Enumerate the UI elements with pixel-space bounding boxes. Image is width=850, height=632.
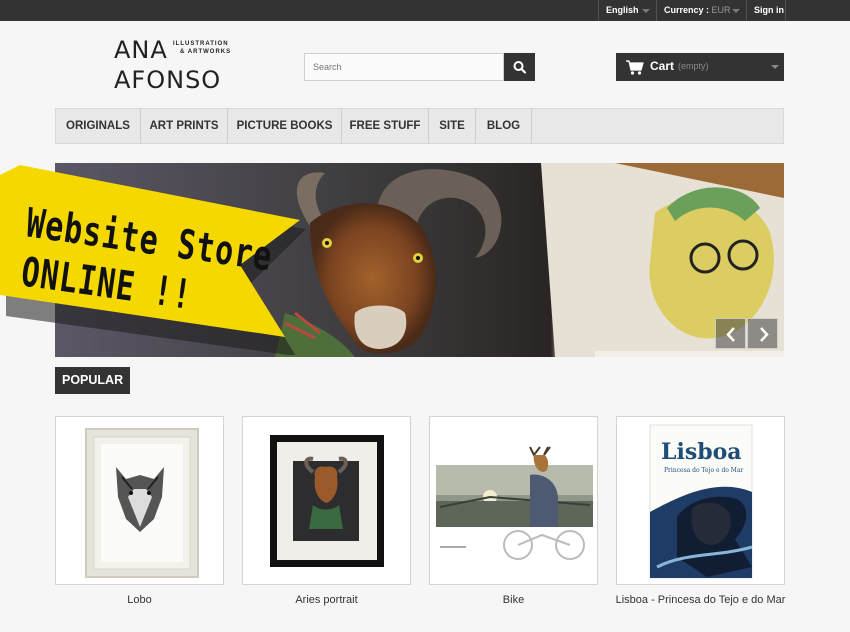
slider-next-button[interactable] [747, 318, 778, 349]
search-icon [513, 61, 527, 74]
product-name[interactable]: Lobo [55, 594, 224, 607]
main-menu: ORIGINALS ART PRINTS PICTURE BOOKS FREE … [55, 108, 784, 144]
menu-label: ART PRINTS [149, 120, 219, 132]
chevron-left-icon [726, 327, 735, 342]
logo-tagline1: ILLUSTRATION [173, 41, 229, 47]
search-input[interactable] [304, 53, 504, 81]
caret-down-icon [771, 65, 779, 69]
menu-item-originals[interactable]: ORIGINALS [56, 109, 141, 143]
menu-label: SITE [439, 120, 465, 132]
product-card-lobo[interactable] [55, 416, 224, 585]
cart-status: (empty) [678, 61, 709, 71]
section-title-popular[interactable]: POPULAR [55, 367, 131, 394]
slider-prev-button[interactable] [715, 318, 746, 349]
search-form [304, 53, 535, 81]
currency-selector[interactable]: Currency : EUR [656, 0, 746, 21]
logo-line2: AFONSO [114, 66, 222, 94]
menu-item-blog[interactable]: BLOG [476, 109, 532, 143]
product-image [85, 428, 199, 578]
product-image [270, 435, 384, 567]
logo-line1: ANA [114, 36, 168, 64]
menu-item-picture-books[interactable]: PICTURE BOOKS [228, 109, 342, 143]
product-name[interactable]: Aries portrait [242, 594, 411, 607]
sign-in-label: Sign in [754, 5, 784, 15]
menu-label: PICTURE BOOKS [236, 120, 333, 132]
book-cover-subtitle: Princesa do Tejo e do Mar [664, 467, 744, 474]
cart-icon [626, 60, 644, 75]
cart-label: Cart [650, 59, 675, 73]
chevron-right-icon [760, 327, 769, 342]
menu-item-free-stuff[interactable]: FREE STUFF [342, 109, 429, 143]
product-name[interactable]: Lisboa - Princesa do Tejo e do Mar [613, 594, 788, 607]
logo-tagline2: & ARTWORKS [180, 49, 232, 55]
top-bar: English Currency : EUR Sign in [0, 0, 850, 21]
search-button[interactable] [504, 53, 535, 81]
language-selector[interactable]: English [598, 0, 656, 21]
site-logo[interactable]: ANA ILLUSTRATION & ARTWORKS AFONSO [114, 36, 234, 94]
caret-down-icon [642, 9, 650, 13]
menu-label: FREE STUFF [349, 120, 421, 132]
product-card-bike[interactable] [429, 416, 598, 585]
sign-in-link[interactable]: Sign in [746, 0, 786, 21]
caret-down-icon [732, 9, 740, 13]
product-card-aries-portrait[interactable] [242, 416, 411, 585]
currency-label: Currency : [664, 5, 710, 15]
product-card-lisboa[interactable]: Lisboa Princesa do Tejo e do Mar [616, 416, 785, 585]
menu-label: BLOG [486, 120, 521, 132]
language-label: English [606, 5, 639, 15]
menu-label: ORIGINALS [66, 120, 130, 132]
menu-item-site[interactable]: SITE [429, 109, 476, 143]
book-cover-title: Lisboa [661, 439, 742, 465]
menu-item-art-prints[interactable]: ART PRINTS [141, 109, 228, 143]
product-image [436, 446, 593, 560]
cart-block[interactable]: Cart (empty) [616, 53, 784, 81]
currency-value: EUR [711, 5, 731, 15]
product-name[interactable]: Bike [429, 594, 598, 607]
